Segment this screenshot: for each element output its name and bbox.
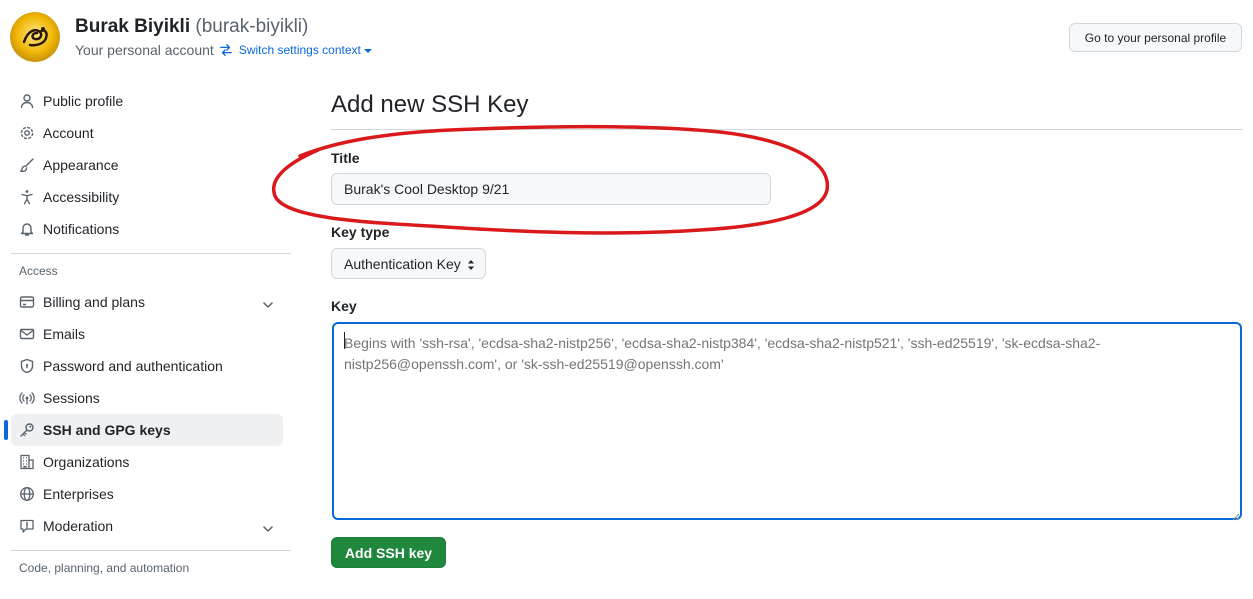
settings-sidebar: Public profile Account Appearance Access… bbox=[0, 85, 292, 583]
key-textarea[interactable] bbox=[332, 322, 1242, 520]
key-type-select[interactable]: Authentication Key bbox=[331, 248, 486, 279]
account-type-label: Your personal account bbox=[75, 42, 214, 58]
chevron-down-icon bbox=[263, 521, 273, 533]
text-caret bbox=[344, 332, 345, 349]
switch-context-label: Switch settings context bbox=[238, 43, 361, 57]
sidebar-item-public-profile[interactable]: Public profile bbox=[11, 85, 283, 117]
sidebar-item-label: Account bbox=[43, 125, 94, 141]
select-arrows-icon bbox=[467, 258, 475, 270]
sidebar-item-label: Appearance bbox=[43, 157, 119, 173]
sidebar-item-label: Public profile bbox=[43, 93, 124, 109]
mail-icon bbox=[19, 326, 35, 342]
sidebar-section-code: Code, planning, and automation bbox=[19, 561, 190, 575]
sidebar-item-sessions[interactable]: Sessions bbox=[11, 382, 283, 414]
broadcast-icon bbox=[19, 390, 35, 406]
gear-icon bbox=[19, 125, 35, 141]
globe-icon bbox=[19, 486, 35, 502]
user-display-name: Burak Biyikli (burak-biyikli) bbox=[75, 16, 308, 38]
title-field-label: Title bbox=[331, 150, 360, 166]
report-icon bbox=[19, 518, 35, 534]
sidebar-item-label: Moderation bbox=[43, 518, 114, 534]
credit-card-icon bbox=[19, 294, 35, 310]
organization-icon bbox=[19, 454, 35, 470]
key-type-selected-value: Authentication Key bbox=[344, 255, 461, 272]
sidebar-item-label: Emails bbox=[43, 326, 86, 342]
sidebar-item-account[interactable]: Account bbox=[11, 117, 283, 149]
display-name: Burak Biyikli bbox=[75, 16, 191, 37]
account-context: Your personal account Switch settings co… bbox=[75, 42, 372, 58]
sidebar-item-ssh-gpg-keys[interactable]: SSH and GPG keys bbox=[4, 414, 283, 446]
title-input[interactable] bbox=[331, 173, 771, 205]
person-icon bbox=[19, 93, 35, 109]
sidebar-item-moderation[interactable]: Moderation bbox=[11, 510, 283, 542]
arrow-switch-icon bbox=[219, 43, 233, 57]
username: (burak-biyikli) bbox=[195, 16, 309, 37]
sidebar-item-appearance[interactable]: Appearance bbox=[11, 149, 283, 181]
key-icon bbox=[19, 422, 35, 438]
sidebar-item-label: SSH and GPG keys bbox=[43, 422, 171, 438]
sidebar-item-billing[interactable]: Billing and plans bbox=[11, 286, 283, 318]
title-divider bbox=[331, 129, 1243, 130]
caret-down-icon bbox=[363, 48, 372, 53]
sidebar-item-enterprises[interactable]: Enterprises bbox=[11, 478, 283, 510]
sidebar-item-label: Password and authentication bbox=[43, 358, 223, 374]
chevron-down-icon bbox=[263, 297, 273, 309]
switch-context-link[interactable]: Switch settings context bbox=[239, 43, 372, 57]
accessibility-icon bbox=[19, 189, 35, 205]
paintbrush-icon bbox=[19, 157, 35, 173]
sidebar-item-notifications[interactable]: Notifications bbox=[11, 213, 283, 245]
sidebar-item-label: Organizations bbox=[43, 454, 130, 470]
sidebar-item-label: Enterprises bbox=[43, 486, 114, 502]
sidebar-item-organizations[interactable]: Organizations bbox=[11, 446, 283, 478]
page-title: Add new SSH Key bbox=[331, 91, 529, 118]
sidebar-item-password[interactable]: Password and authentication bbox=[11, 350, 283, 382]
active-indicator bbox=[4, 420, 8, 440]
sidebar-item-label: Billing and plans bbox=[43, 294, 145, 310]
sidebar-item-label: Sessions bbox=[43, 390, 100, 406]
key-type-label: Key type bbox=[331, 224, 390, 240]
sidebar-item-label: Notifications bbox=[43, 221, 120, 237]
settings-header: Burak Biyikli (burak-biyikli) Your perso… bbox=[0, 0, 1253, 70]
go-to-profile-button[interactable]: Go to your personal profile bbox=[1069, 23, 1242, 52]
sidebar-item-label: Accessibility bbox=[43, 189, 120, 205]
sidebar-section-access: Access bbox=[19, 264, 58, 278]
key-field-label: Key bbox=[331, 298, 357, 314]
add-ssh-key-button[interactable]: Add SSH key bbox=[331, 537, 446, 568]
sidebar-item-emails[interactable]: Emails bbox=[11, 318, 283, 350]
sidebar-item-accessibility[interactable]: Accessibility bbox=[11, 181, 283, 213]
avatar[interactable] bbox=[10, 12, 60, 62]
shield-lock-icon bbox=[19, 358, 35, 374]
resize-grip-icon[interactable] bbox=[1230, 508, 1240, 521]
bell-icon bbox=[19, 221, 35, 237]
